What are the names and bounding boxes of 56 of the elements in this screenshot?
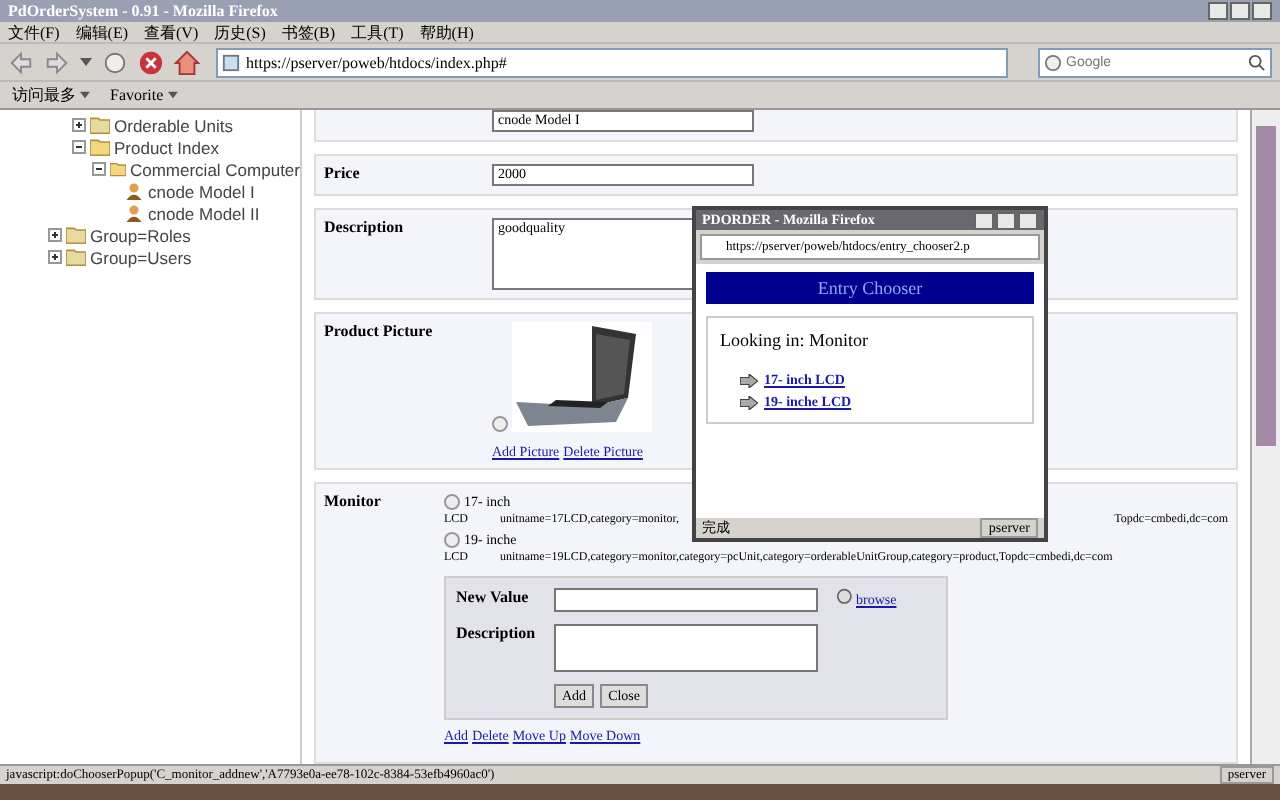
radio-button[interactable]	[444, 493, 460, 509]
address-bar[interactable]: https://pserver/poweb/htdocs/index.php#	[216, 47, 1008, 77]
tree-item[interactable]: cnode Model II	[148, 203, 260, 223]
forward-arrow-icon[interactable]	[44, 49, 70, 75]
caret-icon	[80, 90, 90, 100]
menu-item[interactable]: 查看(V)	[144, 21, 199, 43]
scrollbar[interactable]	[1250, 110, 1280, 764]
page-icon	[222, 53, 240, 71]
maximize-button[interactable]	[1230, 2, 1250, 20]
tree-item[interactable]: Group=Users	[90, 247, 192, 267]
expander-icon[interactable]	[48, 228, 62, 242]
window-title: PdOrderSystem - 0.91 - Mozilla Firefox	[8, 2, 278, 20]
menu-item[interactable]: 编辑(E)	[75, 21, 128, 43]
expander-icon[interactable]	[48, 250, 62, 264]
people-icon	[124, 204, 144, 222]
chooser-heading: Entry Chooser	[706, 272, 1034, 304]
tree-item[interactable]: Group=Roles	[90, 225, 191, 245]
field-label: Monitor	[324, 492, 383, 510]
expander-icon[interactable]	[92, 162, 106, 176]
search-icon[interactable]	[1248, 53, 1266, 71]
close-button[interactable]	[1018, 211, 1038, 229]
field-label: New Value	[456, 588, 531, 606]
stop-icon[interactable]	[138, 49, 164, 75]
tree-item[interactable]: Commercial Computer	[129, 159, 300, 179]
laptop-drawing	[512, 322, 652, 432]
menu-item[interactable]: 历史(S)	[214, 21, 266, 43]
description-input[interactable]	[554, 624, 818, 672]
menu-item[interactable]: 书签(B)	[281, 21, 336, 43]
minimize-button[interactable]	[974, 211, 994, 229]
radio-button[interactable]	[444, 531, 460, 547]
expander-icon[interactable]	[72, 140, 86, 154]
back-arrow-icon[interactable]	[8, 49, 34, 75]
radio-button[interactable]	[492, 416, 508, 432]
address-text: https://pserver/poweb/htdocs/index.php#	[246, 53, 507, 71]
bookmark-item[interactable]: 访问最多	[12, 84, 90, 106]
bookmark-item[interactable]: Favorite	[110, 86, 178, 104]
new-value-field[interactable]	[554, 588, 818, 612]
caret-icon	[167, 90, 178, 100]
menu-item[interactable]: 帮助(H)	[419, 21, 474, 43]
field-label: Price	[324, 164, 362, 182]
close-button[interactable]	[1252, 2, 1272, 20]
tree-item[interactable]: cnode Model I	[148, 181, 255, 201]
people-icon	[124, 182, 144, 200]
field-label: Description	[324, 218, 406, 236]
maximize-button[interactable]	[996, 211, 1016, 229]
home-icon[interactable]	[174, 49, 200, 75]
looking-in-text: Looking in: Monitor	[720, 330, 870, 350]
field-label: Product Picture	[324, 322, 435, 340]
dropdown-caret-icon[interactable]	[80, 56, 92, 68]
menu-item[interactable]: 工具(T)	[351, 21, 404, 43]
expander-icon[interactable]	[72, 118, 86, 132]
tree-item[interactable]: Orderable Units	[114, 115, 234, 135]
field-label: Description	[456, 624, 538, 642]
tree-item[interactable]: Product Index	[114, 137, 219, 157]
minimize-button[interactable]	[1208, 2, 1228, 20]
menu-item[interactable]: 文件(F)	[8, 21, 60, 43]
